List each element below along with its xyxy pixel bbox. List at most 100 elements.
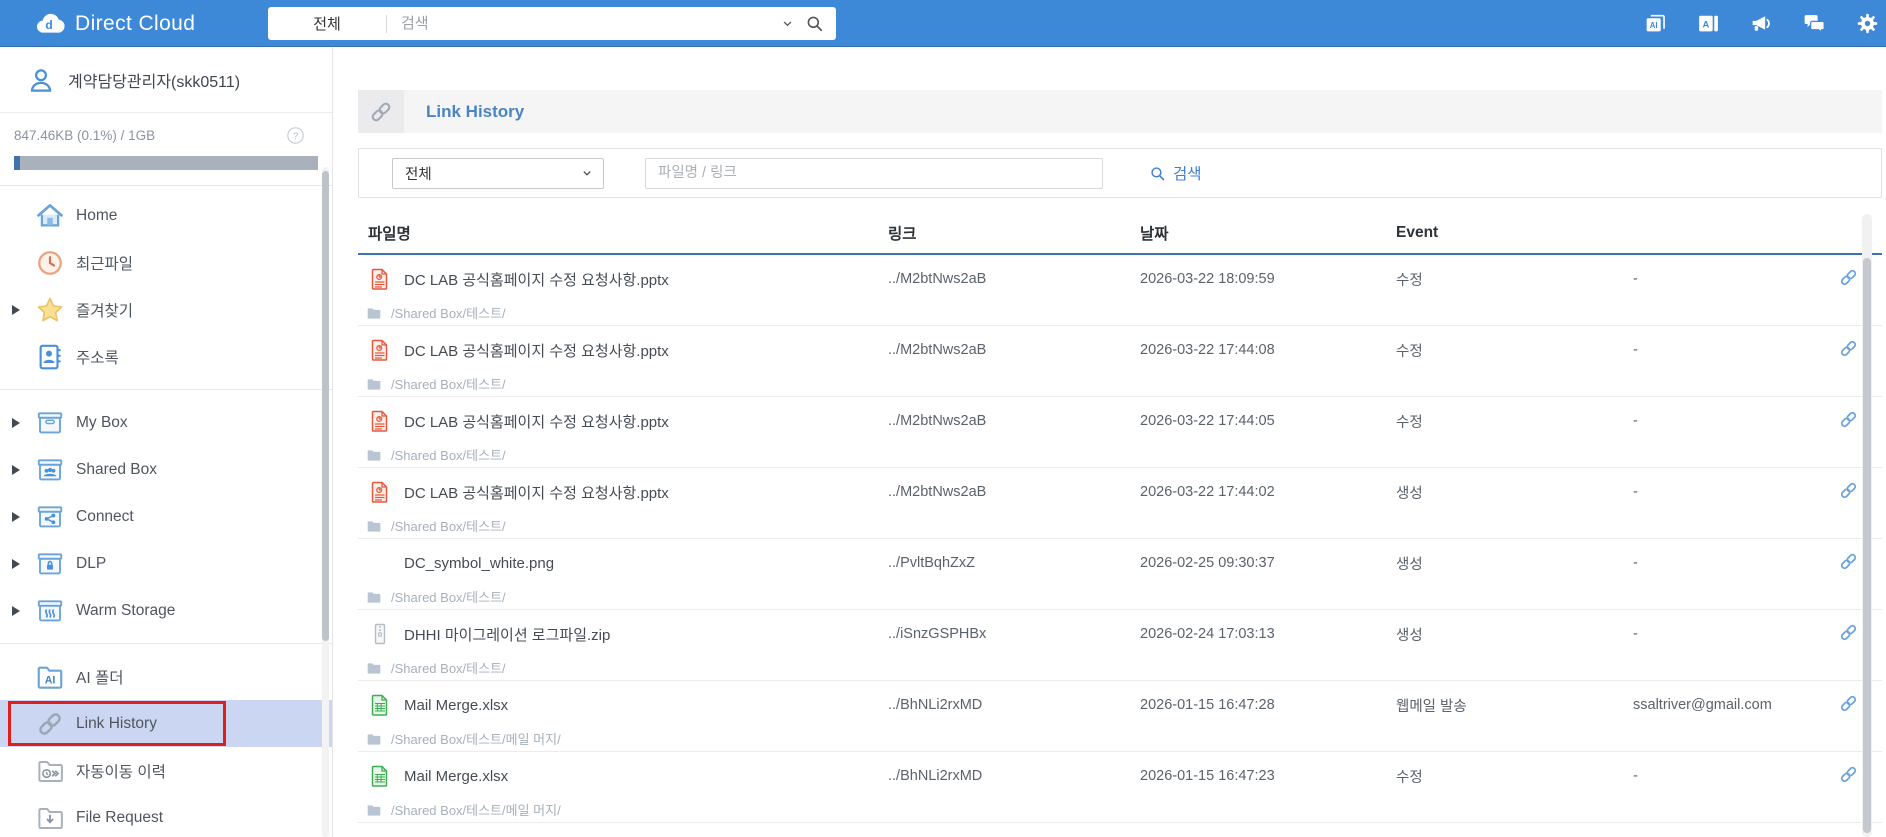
sidebar-item-label: 최근파일 [76,255,134,273]
link-token[interactable]: ../BhNLi2rxMD [880,697,1132,713]
column-link[interactable]: 링크 [880,222,1132,244]
file-path: /Shared Box/테스트/ [391,519,506,534]
page: Direct Cloud 전체 계약담당관리자(skk0511) 847.46K… [0,0,1886,837]
link-token[interactable]: ../M2btNws2aB [880,484,1132,500]
search-button[interactable]: 검색 [1149,162,1202,184]
contacts-icon [35,342,65,372]
sidebar-item-label: 즐겨찾기 [76,302,134,320]
file-path: /Shared Box/테스트/메일 머지/ [391,803,561,818]
link-icon[interactable] [1838,409,1859,430]
filename-link-input[interactable] [645,157,1103,189]
expand-arrow-icon[interactable] [12,512,21,522]
file-path-row: /Shared Box/테스트/ [358,371,1882,396]
chat-icon[interactable] [1802,11,1827,36]
automove-icon [35,756,65,786]
xlsx-file-icon [368,693,392,717]
link-icon[interactable] [1838,551,1859,572]
pptx-file-icon [368,338,392,362]
file-name[interactable]: DHHI 마이그레이션 로그파일.zip [404,624,610,645]
sidebar-item-file-request[interactable]: File Request [0,794,332,837]
event-type-select[interactable]: 전체 [392,157,604,189]
expand-arrow-icon[interactable] [12,559,21,569]
no-file-icon [368,551,392,575]
user-profile[interactable]: 계약담당관리자(skk0511) [0,47,332,113]
storage-progress-bar [14,156,318,170]
megaphone-icon[interactable] [1749,11,1774,36]
link-token[interactable]: ../M2btNws2aB [880,271,1132,287]
link-token[interactable]: ../iSnzGSPHBx [880,626,1132,642]
link-token[interactable]: ../PvltBqhZxZ [880,555,1132,571]
folder-icon [366,518,382,534]
table-header: 파일명 링크 날짜 Event [358,212,1882,255]
file-name[interactable]: DC LAB 공식홈페이지 수정 요청사항.pptx [404,340,669,361]
sidebar-item-shared-box[interactable]: Shared Box [0,446,332,493]
file-path: /Shared Box/테스트/ [391,306,506,321]
link-icon[interactable] [1838,764,1859,785]
file-name[interactable]: DC LAB 공식홈페이지 수정 요청사항.pptx [404,411,669,432]
aifolder-icon [35,662,65,692]
sidebar-item-recent-files[interactable]: 최근파일 [0,239,332,286]
sidebar-item-address-book[interactable]: 주소록 [0,333,332,380]
sidebar-item-warm-storage[interactable]: Warm Storage [0,587,332,634]
link-token[interactable]: ../BhNLi2rxMD [880,768,1132,784]
sidebar-item-ai-folder[interactable]: AI 폴더 [0,653,332,700]
link-icon[interactable] [1838,480,1859,501]
global-search: 전체 [268,7,836,40]
sidebar-item-label: Connect [76,507,134,525]
folder-icon [366,376,382,392]
event-date: 2026-02-24 17:03:13 [1140,626,1275,642]
link-icon[interactable] [1838,338,1859,359]
recipient: - [1633,626,1638,642]
sidebar-item-label: AI 폴더 [76,669,124,687]
sidebar-scrollbar-thumb[interactable] [322,171,329,641]
connect-icon [35,502,65,532]
link-icon[interactable] [1838,693,1859,714]
sidebar-item-home[interactable]: Home [0,192,332,239]
sidebar-item-favorites[interactable]: 즐겨찾기 [0,286,332,333]
ai-assistant-icon[interactable] [1696,11,1721,36]
main-scrollbar[interactable] [1862,214,1872,837]
file-name[interactable]: DC LAB 공식홈페이지 수정 요청사항.pptx [404,482,669,503]
file-name[interactable]: Mail Merge.xlsx [404,697,508,714]
link-icon[interactable] [1838,622,1859,643]
link-token[interactable]: ../M2btNws2aB [880,413,1132,429]
sidebar-item-link-history[interactable]: Link History [0,700,332,747]
home-icon [35,201,65,231]
pptx-file-icon [368,267,392,291]
expand-arrow-icon[interactable] [12,305,21,315]
ai-documents-icon[interactable] [1643,11,1668,36]
sidebar-scrollbar[interactable] [322,167,329,837]
global-search-input[interactable] [387,7,780,40]
folder-icon [366,305,382,321]
sidebar-item-auto-move-history[interactable]: 자동이동 이력 [0,747,332,794]
expand-arrow-icon[interactable] [12,606,21,616]
column-filename[interactable]: 파일명 [358,222,880,244]
filter-bar: 전체 검색 [358,148,1882,198]
column-date[interactable]: 날짜 [1132,222,1388,244]
folder-icon [366,447,382,463]
sidebar-item-label: 주소록 [76,349,119,367]
expand-arrow-icon[interactable] [12,465,21,475]
link-token[interactable]: ../M2btNws2aB [880,342,1132,358]
settings-gear-icon[interactable] [1855,11,1880,36]
page-header: Link History [358,90,1882,133]
file-name[interactable]: Mail Merge.xlsx [404,768,508,785]
event-date: 2026-03-22 17:44:02 [1140,484,1275,500]
expand-arrow-icon[interactable] [12,418,21,428]
sidebar-item-my-box[interactable]: My Box [0,399,332,446]
sidebar-item-connect[interactable]: Connect [0,493,332,540]
sidebar-nav: Home 최근파일 즐겨찾기 주소록 My Box Shared Box Con… [0,186,332,837]
search-scope-caret-icon[interactable] [780,16,795,31]
sidebar-item-dlp[interactable]: DLP [0,540,332,587]
file-name[interactable]: DC LAB 공식홈페이지 수정 요청사항.pptx [404,269,669,290]
search-icon[interactable] [805,14,824,33]
global-search-scope[interactable]: 전체 [268,13,386,34]
logo[interactable]: Direct Cloud [34,0,195,47]
main-scrollbar-thumb[interactable] [1863,258,1871,833]
file-name[interactable]: DC_symbol_white.png [404,555,554,572]
storage-progress-fill [14,156,20,170]
help-icon[interactable] [285,125,306,146]
link-icon[interactable] [1838,267,1859,288]
column-event[interactable]: Event [1388,224,1625,242]
file-path-row: /Shared Box/테스트/ [358,655,1882,680]
